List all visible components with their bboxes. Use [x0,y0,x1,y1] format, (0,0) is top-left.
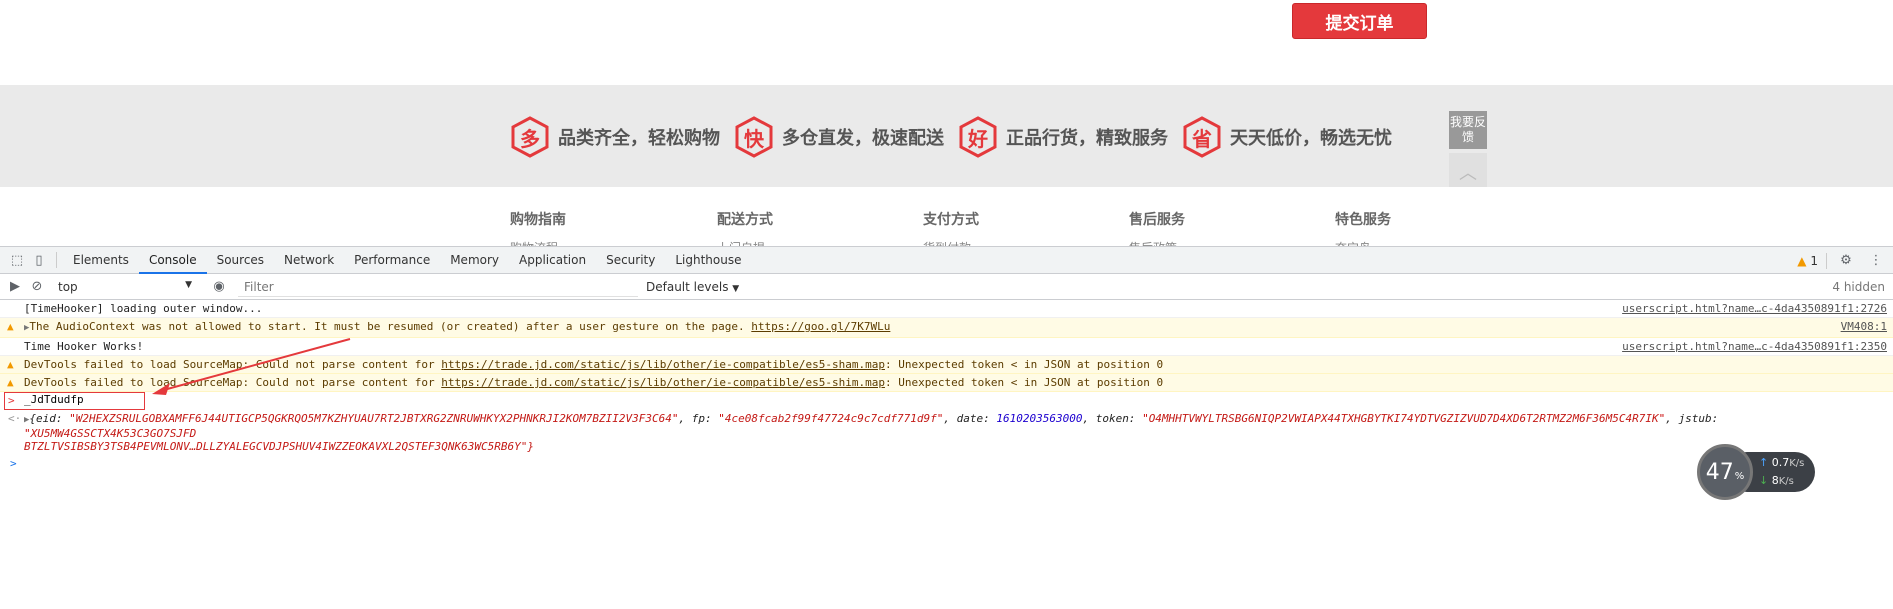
promise-text: 品类齐全，轻松购物 [558,128,720,149]
footer-column: 支付方式 货到付款 [923,209,979,247]
download-speed: ↓ 8K/s [1759,474,1794,487]
submit-order-button[interactable]: 提交订单 [1292,3,1427,39]
promise-text: 天天低价，畅选无忧 [1230,128,1392,149]
promise-text: 多仓直发，极速配送 [782,128,944,149]
footer-heading: 购物指南 [510,212,566,228]
footer-column: 售后服务 售后政策 [1129,209,1185,247]
page-top: 提交订单 [0,0,1893,85]
promise-item: 好 正品行货，精致服务 [958,115,1168,159]
footer-heading: 配送方式 [717,212,773,228]
cpu-percent-gauge: 47% [1697,444,1753,500]
promise-item: 多 品类齐全，轻松购物 [510,115,720,159]
footer-heading: 特色服务 [1335,212,1391,228]
promise-item: 快 多仓直发，极速配送 [734,115,944,159]
promise-band: 多 品类齐全，轻松购物 快 多仓直发，极速配送 好 正品行货，精致服务 省 天天… [0,85,1893,187]
annotation-arrow [152,338,351,395]
feedback-button[interactable]: 我要反馈 [1449,111,1487,149]
hexagon-badge-icon: 快 [734,116,774,158]
chevron-up-icon: ︿ [1459,163,1477,184]
footer-links: 购物指南 购物流程 配送方式 上门自提 支付方式 货到付款 售后服务 售后政策 … [0,187,1893,247]
promise-item: 省 天天低价，畅选无忧 [1182,115,1392,159]
footer-heading: 售后服务 [1129,212,1185,228]
footer-column: 配送方式 上门自提 [717,209,773,247]
network-speed-widget[interactable]: 47% ↑ 0.7K/s ↓ 8K/s [1697,444,1817,500]
back-to-top-button[interactable]: ︿ [1449,153,1487,191]
footer-column: 特色服务 夺宝岛 [1335,209,1391,247]
hexagon-badge-icon: 多 [510,116,550,158]
upload-arrow-icon: ↑ [1759,456,1769,469]
footer-heading: 支付方式 [923,212,979,228]
download-arrow-icon: ↓ [1759,474,1769,487]
upload-speed: ↑ 0.7K/s [1759,456,1805,469]
footer-column: 购物指南 购物流程 [510,209,566,247]
hexagon-badge-icon: 省 [1182,116,1222,158]
devtools-panel: ⬚ ▯ Elements Console Sources Network Per… [0,246,1893,609]
hexagon-badge-icon: 好 [958,116,998,158]
promise-text: 正品行货，精致服务 [1006,128,1168,149]
